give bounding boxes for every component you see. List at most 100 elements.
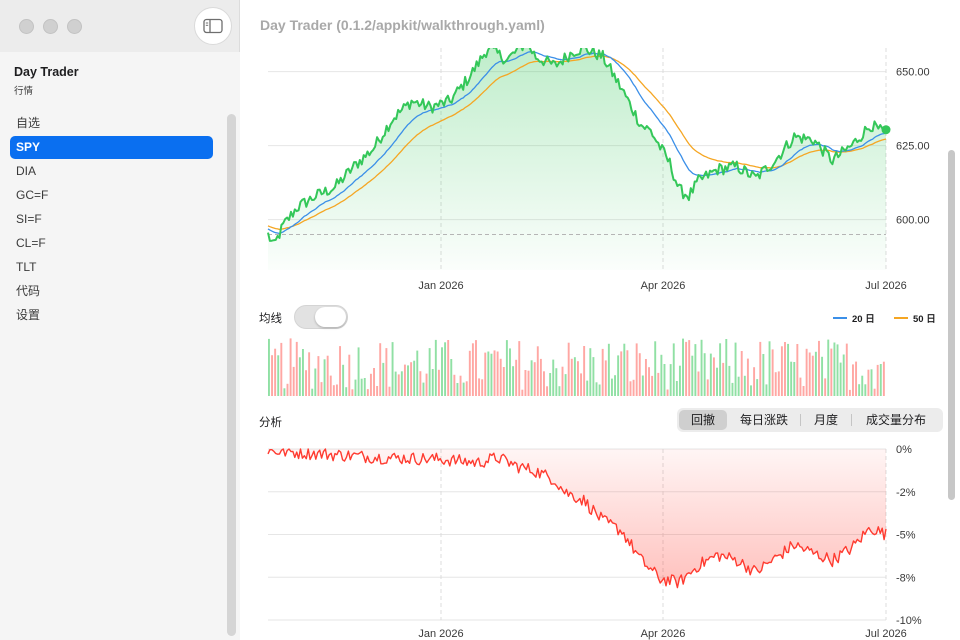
sidebar-item-settings[interactable]: 设置: [10, 304, 213, 327]
sidebar-item-si[interactable]: SI=F: [10, 208, 213, 231]
volume-bar: [746, 358, 749, 396]
price-y-tick-label: 650.00: [896, 67, 930, 79]
volume-bar: [855, 361, 858, 396]
sidebar-item-symbols[interactable]: 代码: [10, 280, 213, 303]
drawdown-area: [268, 449, 886, 588]
volume-bar: [626, 350, 629, 396]
volume-bar: [790, 361, 793, 396]
volume-bar: [431, 369, 434, 396]
volume-bar: [509, 348, 511, 396]
volume-bar: [864, 384, 867, 396]
volume-bar: [564, 374, 567, 396]
volume-bar: [447, 340, 450, 396]
ma-label: 均线: [259, 313, 282, 325]
legend-label-ma50: 50 日: [913, 314, 936, 325]
drawdown-y-tick-label: -5%: [896, 530, 916, 542]
volume-bar: [539, 358, 542, 396]
window-controls: [19, 19, 82, 34]
volume-bar: [660, 354, 663, 396]
volume-bar: [632, 379, 635, 396]
volume-bar: [295, 341, 298, 396]
sidebar-item-tlt[interactable]: TLT: [10, 256, 213, 279]
volume-bar: [663, 364, 666, 396]
sidebar-item-spy[interactable]: SPY: [10, 136, 213, 159]
volume-bar: [521, 389, 524, 396]
sidebar-item-watchlist[interactable]: 自选: [10, 112, 213, 135]
volume-bar: [543, 371, 545, 396]
volume-bar: [610, 378, 613, 396]
volume-bar: [722, 362, 725, 396]
volume-bar: [388, 386, 391, 396]
sidebar-item-gc[interactable]: GC=F: [10, 184, 213, 207]
volume-bar: [499, 358, 502, 396]
volume-bar: [830, 348, 833, 396]
volume-bar: [274, 348, 277, 396]
volume-bar: [366, 389, 369, 396]
volume-bar: [583, 346, 586, 396]
volume-bar: [339, 346, 341, 396]
volume-bar: [515, 359, 518, 396]
volume-bar: [478, 378, 481, 396]
volume-bar: [617, 355, 620, 396]
volume-bar: [305, 370, 307, 396]
price-x-tick-label: Jul 2026: [865, 280, 907, 292]
sidebar-item-cl[interactable]: CL=F: [10, 232, 213, 255]
volume-bar: [750, 385, 752, 396]
volume-bar: [614, 375, 616, 396]
volume-bar: [725, 339, 728, 396]
volume-chart: [268, 338, 885, 396]
minimize-window-button[interactable]: [43, 19, 58, 34]
volume-bar: [369, 373, 372, 396]
price-area: [268, 48, 886, 270]
volume-bar: [688, 340, 691, 396]
close-window-button[interactable]: [19, 19, 34, 34]
segment-volume-profile[interactable]: 成交量分布: [852, 410, 940, 430]
volume-bar: [441, 347, 443, 396]
segment-daily-change[interactable]: 每日涨跌: [728, 410, 800, 430]
legend-swatch-ma20: [833, 317, 847, 319]
volume-bar: [292, 366, 295, 396]
toggle-sidebar-button[interactable]: [194, 7, 232, 45]
analysis-segmented-control: 回撤 每日涨跌 月度 成交量分布: [677, 408, 943, 432]
volume-bar: [607, 343, 610, 396]
volume-bar: [552, 359, 555, 396]
volume-bar: [298, 357, 301, 396]
zoom-window-button[interactable]: [67, 19, 82, 34]
volume-bar: [437, 369, 440, 396]
volume-bar: [271, 355, 274, 396]
volume-bar: [475, 340, 477, 396]
volume-bar: [731, 382, 734, 396]
volume-bar: [468, 350, 471, 396]
volume-bar: [490, 353, 493, 396]
volume-bar: [765, 384, 768, 396]
volume-bar: [648, 367, 650, 396]
volume-bar: [308, 352, 311, 396]
volume-bar: [416, 350, 419, 396]
sidebar-nav: 自选 SPY DIA GC=F SI=F CL=F TLT 代码 设置: [10, 112, 213, 328]
volume-bar: [604, 360, 607, 396]
segment-drawdown[interactable]: 回撤: [679, 410, 727, 430]
volume-bar: [329, 375, 332, 396]
volume-bar: [586, 380, 589, 396]
volume-bar: [462, 382, 465, 396]
volume-bar: [784, 342, 786, 396]
volume-bar: [314, 368, 317, 396]
main-scrollbar[interactable]: [948, 150, 955, 500]
volume-bar: [428, 348, 431, 396]
segment-monthly[interactable]: 月度: [801, 410, 851, 430]
price-y-tick-label: 625.00: [896, 141, 930, 153]
sidebar-item-dia[interactable]: DIA: [10, 160, 213, 183]
volume-bar: [444, 342, 447, 396]
volume-bar: [354, 379, 357, 396]
volume-bar: [842, 354, 845, 396]
ma-toggle[interactable]: [294, 305, 348, 329]
volume-bar: [756, 379, 759, 396]
app-title: Day Trader: [14, 65, 79, 79]
volume-bar: [620, 351, 623, 396]
volume-bar: [719, 343, 722, 396]
sidebar-scrollbar[interactable]: [227, 114, 236, 636]
volume-bar: [870, 369, 873, 396]
volume-bar: [382, 362, 385, 396]
volume-bar: [465, 381, 468, 396]
price-x-tick-label: Jan 2026: [418, 280, 463, 292]
